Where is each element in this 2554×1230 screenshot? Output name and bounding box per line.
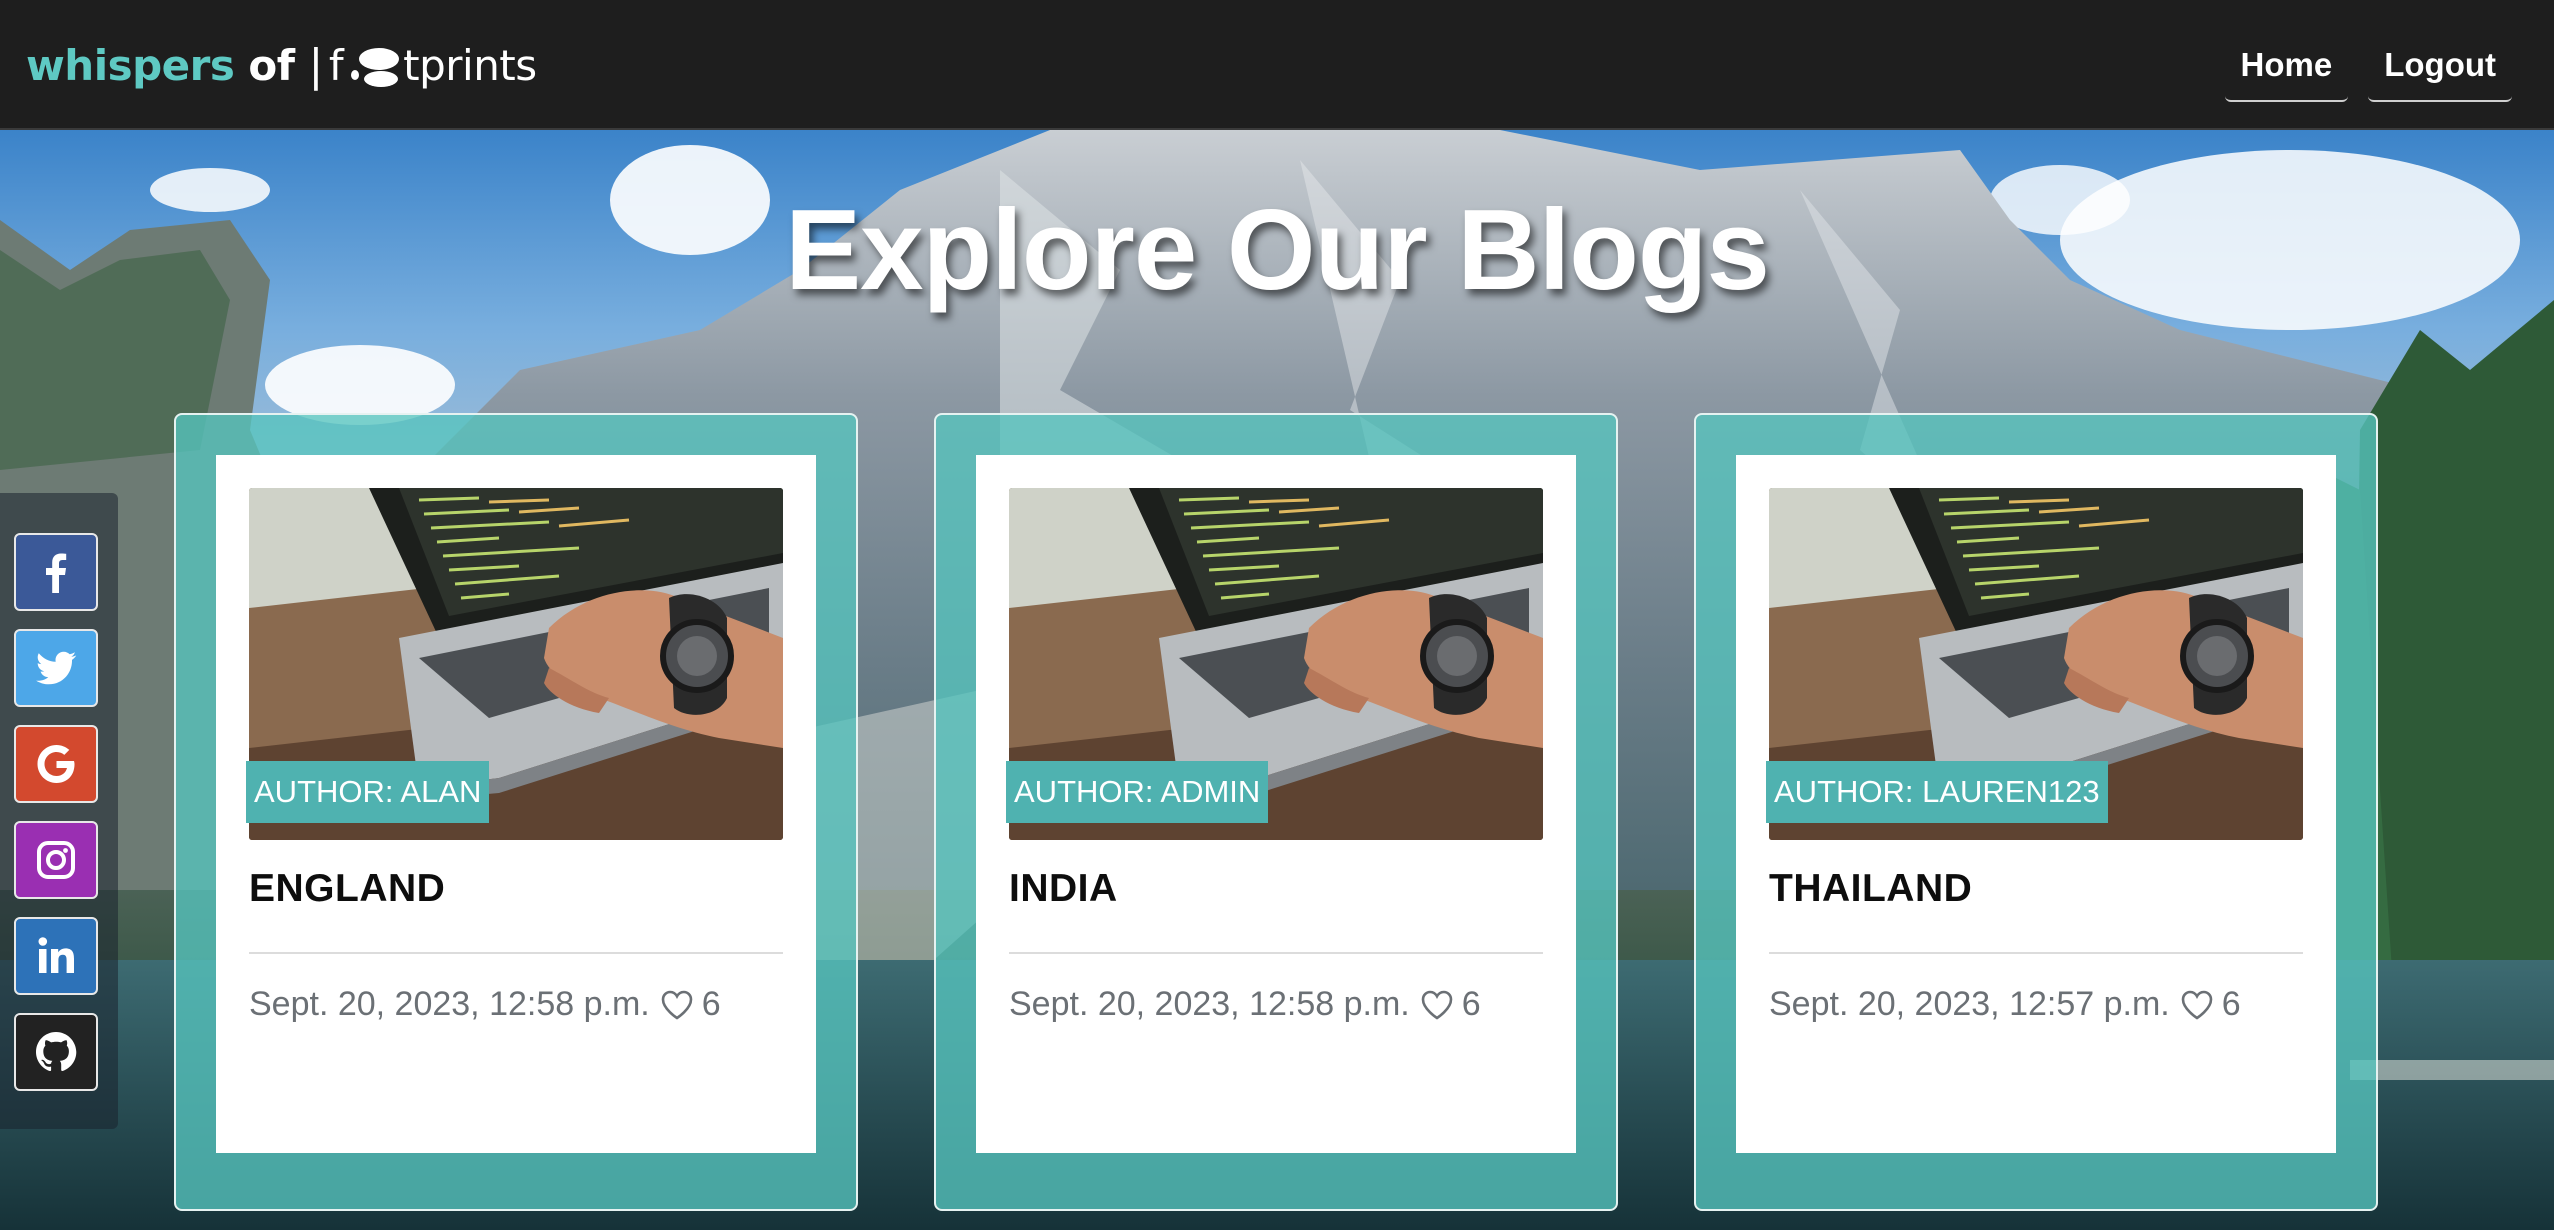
like-count: 6 (1461, 985, 1481, 1023)
author-badge[interactable]: AUTHOR: ALAN (246, 761, 490, 823)
twitter-icon (36, 651, 77, 685)
divider (1009, 952, 1543, 954)
blog-card-meta: Sept. 20, 2023, 12:58 p.m. 6 (249, 985, 721, 1024)
logo-word-of: of (248, 40, 295, 90)
author-badge[interactable]: AUTHOR: LAUREN123 (1766, 761, 2108, 823)
author-badge[interactable]: AUTHOR: ADMIN (1006, 761, 1269, 823)
blog-card-meta: Sept. 20, 2023, 12:58 p.m. 6 (1009, 985, 1481, 1024)
post-date: Sept. 20, 2023, 12:58 p.m. (249, 985, 650, 1023)
post-date: Sept. 20, 2023, 12:58 p.m. (1009, 985, 1410, 1023)
facebook-button[interactable] (14, 533, 98, 611)
blog-card-title[interactable]: THAILAND (1769, 867, 1972, 911)
nav-home-link[interactable]: Home (2224, 28, 2349, 102)
navbar: whispers of | f tprints Home Logout (0, 0, 2554, 130)
github-icon (36, 1032, 77, 1072)
github-button[interactable] (14, 1013, 98, 1091)
blog-card-meta: Sept. 20, 2023, 12:57 p.m. 6 (1769, 985, 2241, 1024)
linkedin-icon (38, 937, 74, 973)
heart-icon[interactable] (2180, 989, 2214, 1021)
google-icon (37, 745, 75, 783)
nav-logout-link[interactable]: Logout (2368, 28, 2512, 102)
logo-letter-f: f (328, 40, 344, 90)
footprints-icon (351, 48, 400, 87)
blog-card-title[interactable]: ENGLAND (249, 867, 445, 911)
logo-word-whispers: whispers (26, 40, 235, 90)
blog-card-body: AUTHOR: ALAN ENGLAND Sept. 20, 2023, 12:… (216, 455, 816, 1153)
like-count: 6 (701, 985, 721, 1023)
blog-card-body: AUTHOR: ADMIN INDIA Sept. 20, 2023, 12:5… (976, 455, 1576, 1153)
blog-card[interactable]: AUTHOR: LAUREN123 THAILAND Sept. 20, 202… (1694, 413, 2378, 1211)
site-logo[interactable]: whispers of | f tprints (26, 30, 537, 100)
nav-links: Home Logout (2224, 28, 2512, 102)
linkedin-button[interactable] (14, 917, 98, 995)
google-button[interactable] (14, 725, 98, 803)
facebook-icon (46, 553, 67, 593)
blog-card-title[interactable]: INDIA (1009, 867, 1118, 911)
post-date: Sept. 20, 2023, 12:57 p.m. (1769, 985, 2170, 1023)
like-count: 6 (2221, 985, 2241, 1023)
logo-separator: | (308, 39, 324, 91)
heart-icon[interactable] (1420, 989, 1454, 1021)
social-sidebar (0, 493, 118, 1129)
blog-card-body: AUTHOR: LAUREN123 THAILAND Sept. 20, 202… (1736, 455, 2336, 1153)
instagram-button[interactable] (14, 821, 98, 899)
twitter-button[interactable] (14, 629, 98, 707)
blog-card[interactable]: AUTHOR: ALAN ENGLAND Sept. 20, 2023, 12:… (174, 413, 858, 1211)
divider (249, 952, 783, 954)
logo-word-rest: tprints (403, 40, 537, 90)
blog-card[interactable]: AUTHOR: ADMIN INDIA Sept. 20, 2023, 12:5… (934, 413, 1618, 1211)
heart-icon[interactable] (660, 989, 694, 1021)
divider (1769, 952, 2303, 954)
page-title: Explore Our Blogs (785, 187, 1770, 314)
instagram-icon (37, 841, 75, 879)
